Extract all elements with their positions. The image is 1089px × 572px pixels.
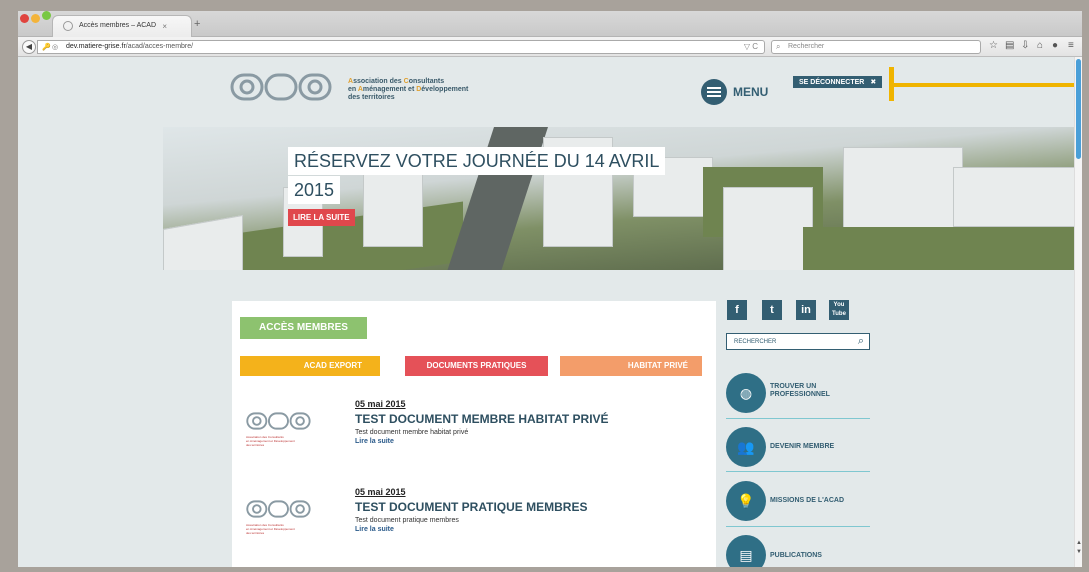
tab-close-icon[interactable]: × bbox=[162, 22, 167, 31]
twitter-icon[interactable]: t bbox=[762, 300, 782, 320]
browser-search-input[interactable]: ⌕ Rechercher bbox=[771, 40, 981, 54]
sidebar-link-devenir-membre[interactable]: DEVENIR MEMBRE bbox=[770, 443, 834, 451]
main-content-panel bbox=[232, 301, 716, 567]
close-x-icon: ✖ bbox=[870, 79, 877, 86]
item-description: Test document membre habitat privé bbox=[355, 429, 469, 436]
item-description: Test document pratique membres bbox=[355, 517, 459, 524]
home-icon[interactable]: ⌂ bbox=[1037, 40, 1043, 51]
vertical-scrollbar[interactable]: ▲ ▼ bbox=[1074, 57, 1082, 567]
item-date: 05 mai 2015 bbox=[355, 487, 406, 497]
members-icon[interactable]: 👥 bbox=[726, 427, 766, 467]
acad-logo[interactable] bbox=[230, 69, 340, 105]
hamburger-icon[interactable]: ≡ bbox=[1068, 40, 1074, 51]
minimize-window-icon[interactable] bbox=[31, 14, 40, 23]
address-bar[interactable]: 🔑 ◎ dev.matiere-grise.fr/acad/acces-memb… bbox=[37, 40, 765, 54]
item-thumbnail-logo[interactable] bbox=[246, 497, 316, 521]
menu-label[interactable]: MENU bbox=[733, 85, 768, 99]
category-acad-export[interactable]: ACAD EXPORT bbox=[240, 356, 380, 376]
divider bbox=[726, 526, 870, 527]
tab-title: Accès membres – ACAD bbox=[79, 22, 157, 29]
hero-read-more-button[interactable]: LIRE LA SUITE bbox=[288, 209, 355, 226]
sidebar-link-trouver-professionnel[interactable]: TROUVER UN PROFESSIONNEL bbox=[770, 383, 830, 399]
facebook-icon[interactable]: f bbox=[727, 300, 747, 320]
identity-icon[interactable]: 🔑 bbox=[42, 43, 51, 51]
divider bbox=[726, 471, 870, 472]
search-icon: ⌕ bbox=[776, 42, 781, 51]
section-title-acces-membres: ACCÈS MEMBRES bbox=[240, 317, 367, 339]
url-host: dev.matiere-grise.fr bbox=[66, 43, 126, 50]
category-documents-pratiques[interactable]: DOCUMENTS PRATIQUES bbox=[405, 356, 548, 376]
item-title[interactable]: TEST DOCUMENT MEMBRE HABITAT PRIVÉ bbox=[355, 412, 609, 426]
browser-window: Accès membres – ACAD × + ◀ 🔑 ◎ dev.matie… bbox=[18, 11, 1082, 567]
item-thumbnail-caption: Association des Consultants en Aménageme… bbox=[246, 435, 295, 447]
browser-search-placeholder: Rechercher bbox=[788, 43, 825, 50]
globe-icon: ◎ bbox=[52, 44, 59, 51]
url-path: /acad/acces-membre/ bbox=[125, 43, 194, 50]
annotation-arrow-line bbox=[894, 83, 1074, 87]
new-tab-icon[interactable]: + bbox=[194, 18, 200, 30]
item-thumbnail-caption: Association des Consultants en Aménageme… bbox=[246, 523, 295, 535]
globe-people-icon[interactable]: ◍ bbox=[726, 373, 766, 413]
hero-title-line1: RÉSERVEZ VOTRE JOURNÉE DU 14 AVRIL bbox=[288, 147, 666, 175]
youtube-icon[interactable]: You Tube bbox=[829, 300, 849, 320]
chat-icon[interactable]: ● bbox=[1052, 40, 1058, 51]
web-page: Association des Consultants en Aménageme… bbox=[18, 57, 1074, 567]
item-date: 05 mai 2015 bbox=[355, 399, 406, 409]
reload-icon[interactable]: ▽ C bbox=[744, 42, 758, 51]
search-icon[interactable]: ⌕ bbox=[858, 335, 864, 348]
scrollbar-thumb[interactable] bbox=[1076, 59, 1081, 159]
tab-bar: Accès membres – ACAD × + bbox=[18, 11, 1082, 37]
linkedin-icon[interactable]: in bbox=[796, 300, 816, 320]
item-read-more-link[interactable]: Lire la suite bbox=[355, 526, 394, 533]
item-title[interactable]: TEST DOCUMENT PRATIQUE MEMBRES bbox=[355, 500, 587, 514]
star-icon[interactable]: ☆ bbox=[989, 40, 998, 51]
divider bbox=[726, 418, 870, 419]
sidebar-link-missions[interactable]: MISSIONS DE L'ACAD bbox=[770, 497, 844, 505]
item-read-more-link[interactable]: Lire la suite bbox=[355, 438, 394, 445]
category-habitat-prive[interactable]: HABITAT PRIVÉ bbox=[560, 356, 702, 376]
site-favicon-icon bbox=[63, 21, 73, 31]
logout-button[interactable]: SE DÉCONNECTER ✖ bbox=[793, 76, 883, 88]
org-tagline: Association des Consultants en Aménageme… bbox=[348, 78, 469, 101]
back-icon[interactable]: ◀ bbox=[22, 40, 36, 54]
tab-acces-membres[interactable]: Accès membres – ACAD × bbox=[52, 15, 192, 37]
bookmarks-icon[interactable]: ▤ bbox=[1005, 40, 1014, 51]
zoom-window-icon[interactable] bbox=[42, 11, 51, 20]
hero-title-line2: 2015 bbox=[288, 176, 341, 204]
scroll-up-arrow-icon[interactable]: ▲ bbox=[1076, 540, 1082, 546]
close-window-icon[interactable] bbox=[20, 14, 29, 23]
scroll-down-arrow-icon[interactable]: ▼ bbox=[1076, 549, 1082, 555]
lightbulb-icon[interactable]: 💡 bbox=[726, 481, 766, 521]
site-search-input[interactable]: RECHERCHER ⌕ bbox=[726, 333, 870, 350]
site-search-placeholder: RECHERCHER bbox=[734, 339, 777, 345]
logout-label: SE DÉCONNECTER bbox=[799, 79, 865, 86]
download-icon[interactable]: ⇩ bbox=[1021, 40, 1029, 51]
navigation-bar: ◀ 🔑 ◎ dev.matiere-grise.fr/acad/acces-me… bbox=[18, 37, 1082, 57]
menu-icon[interactable] bbox=[701, 79, 727, 105]
item-thumbnail-logo[interactable] bbox=[246, 409, 316, 433]
sidebar-link-publications[interactable]: PUBLICATIONS bbox=[770, 552, 822, 560]
publications-icon[interactable]: ▤ bbox=[726, 535, 766, 567]
